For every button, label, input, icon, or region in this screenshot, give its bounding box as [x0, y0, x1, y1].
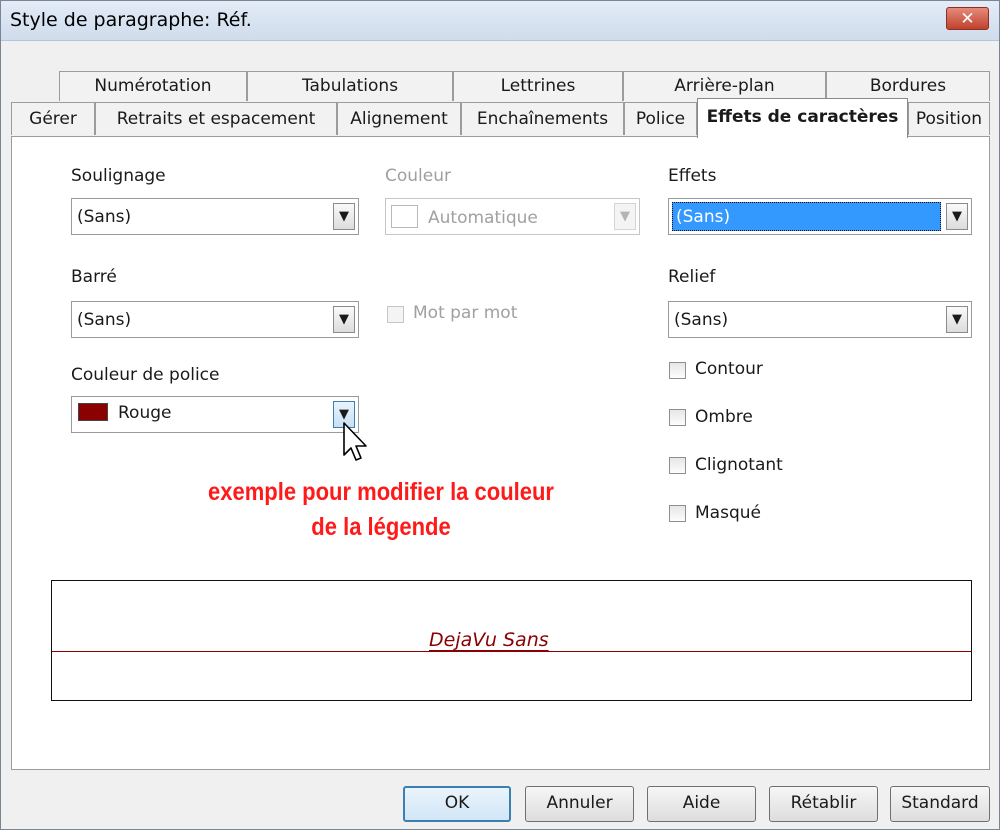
close-icon: ✕	[960, 9, 975, 29]
relief-select[interactable]: (Sans) ▼	[668, 301, 972, 338]
strike-label: Barré	[71, 267, 117, 287]
word-by-word-label: Mot par mot	[413, 303, 518, 323]
preview-box: DejaVu Sans	[51, 580, 972, 701]
annotation-line-2: de la légende	[311, 513, 451, 541]
underline-select[interactable]: (Sans) ▼	[71, 198, 359, 235]
title-bar: Style de paragraphe: Réf. ✕	[1, 1, 999, 41]
tab-arriere-plan[interactable]: Arrière-plan	[623, 71, 826, 101]
font-color-value-wrap: Rouge	[78, 403, 171, 423]
relief-value: (Sans)	[674, 310, 729, 330]
blinking-checkbox[interactable]	[669, 457, 686, 474]
tab-gerer[interactable]: Gérer	[11, 102, 95, 135]
chevron-down-icon[interactable]: ▼	[333, 306, 355, 333]
tab-bordures[interactable]: Bordures	[826, 71, 990, 101]
tab-tabulations[interactable]: Tabulations	[247, 71, 453, 101]
help-button[interactable]: Aide	[647, 786, 756, 822]
strike-value: (Sans)	[77, 310, 132, 330]
annotation-text: exemple pour modifier la couleur de la l…	[179, 475, 584, 545]
color-swatch	[391, 205, 418, 228]
tab-retraits-et-espacement[interactable]: Retraits et espacement	[95, 102, 337, 135]
hidden-label: Masqué	[695, 503, 761, 523]
tab-numerotation[interactable]: Numérotation	[59, 71, 247, 101]
chevron-down-icon[interactable]: ▼	[946, 306, 968, 333]
annotation-line-1: exemple pour modifier la couleur	[208, 478, 554, 506]
shadow-label: Ombre	[695, 407, 753, 427]
dialog-window: Style de paragraphe: Réf. ✕ Numérotation…	[0, 0, 1000, 830]
tab-police[interactable]: Police	[624, 102, 697, 135]
color-label: Couleur	[385, 166, 451, 186]
tab-effets-de-caracteres[interactable]: Effets de caractères	[697, 98, 908, 138]
tab-alignement[interactable]: Alignement	[337, 102, 461, 135]
chevron-down-icon[interactable]: ▼	[946, 203, 968, 230]
font-color-label: Couleur de police	[71, 365, 220, 385]
close-button[interactable]: ✕	[946, 7, 989, 30]
color-value: Automatique	[428, 208, 538, 228]
dialog-title: Style de paragraphe: Réf.	[10, 9, 252, 31]
tab-enchainements[interactable]: Enchaînements	[461, 102, 624, 135]
relief-label: Relief	[668, 267, 716, 287]
color-select[interactable]: Automatique ▼	[385, 198, 640, 235]
hidden-checkbox[interactable]	[669, 505, 686, 522]
preview-baseline	[52, 651, 971, 652]
contour-label: Contour	[695, 359, 763, 379]
strike-select[interactable]: (Sans) ▼	[71, 301, 359, 338]
color-value-wrap: Automatique	[391, 205, 538, 228]
font-color-select[interactable]: Rouge ▼	[71, 396, 359, 433]
chevron-down-icon[interactable]: ▼	[333, 203, 355, 230]
effects-value: (Sans)	[672, 202, 941, 231]
cancel-button[interactable]: Annuler	[525, 786, 634, 822]
mouse-cursor-icon	[343, 422, 367, 461]
blinking-label: Clignotant	[695, 455, 783, 475]
effects-label: Effets	[668, 166, 717, 186]
ok-button[interactable]: OK	[403, 786, 511, 822]
underline-label: Soulignage	[71, 166, 166, 186]
effects-select[interactable]: (Sans) ▼	[668, 198, 972, 235]
standard-button[interactable]: Standard	[890, 786, 990, 822]
reset-button[interactable]: Rétablir	[769, 786, 878, 822]
font-color-value: Rouge	[118, 403, 172, 423]
tab-position[interactable]: Position	[908, 102, 990, 135]
contour-checkbox[interactable]	[669, 362, 686, 379]
chevron-down-icon[interactable]: ▼	[614, 203, 636, 230]
word-by-word-checkbox[interactable]	[387, 306, 404, 323]
shadow-checkbox[interactable]	[669, 409, 686, 426]
underline-value: (Sans)	[77, 207, 132, 227]
preview-text: DejaVu Sans	[426, 629, 552, 651]
tab-lettrines[interactable]: Lettrines	[453, 71, 623, 101]
color-swatch	[78, 403, 108, 421]
